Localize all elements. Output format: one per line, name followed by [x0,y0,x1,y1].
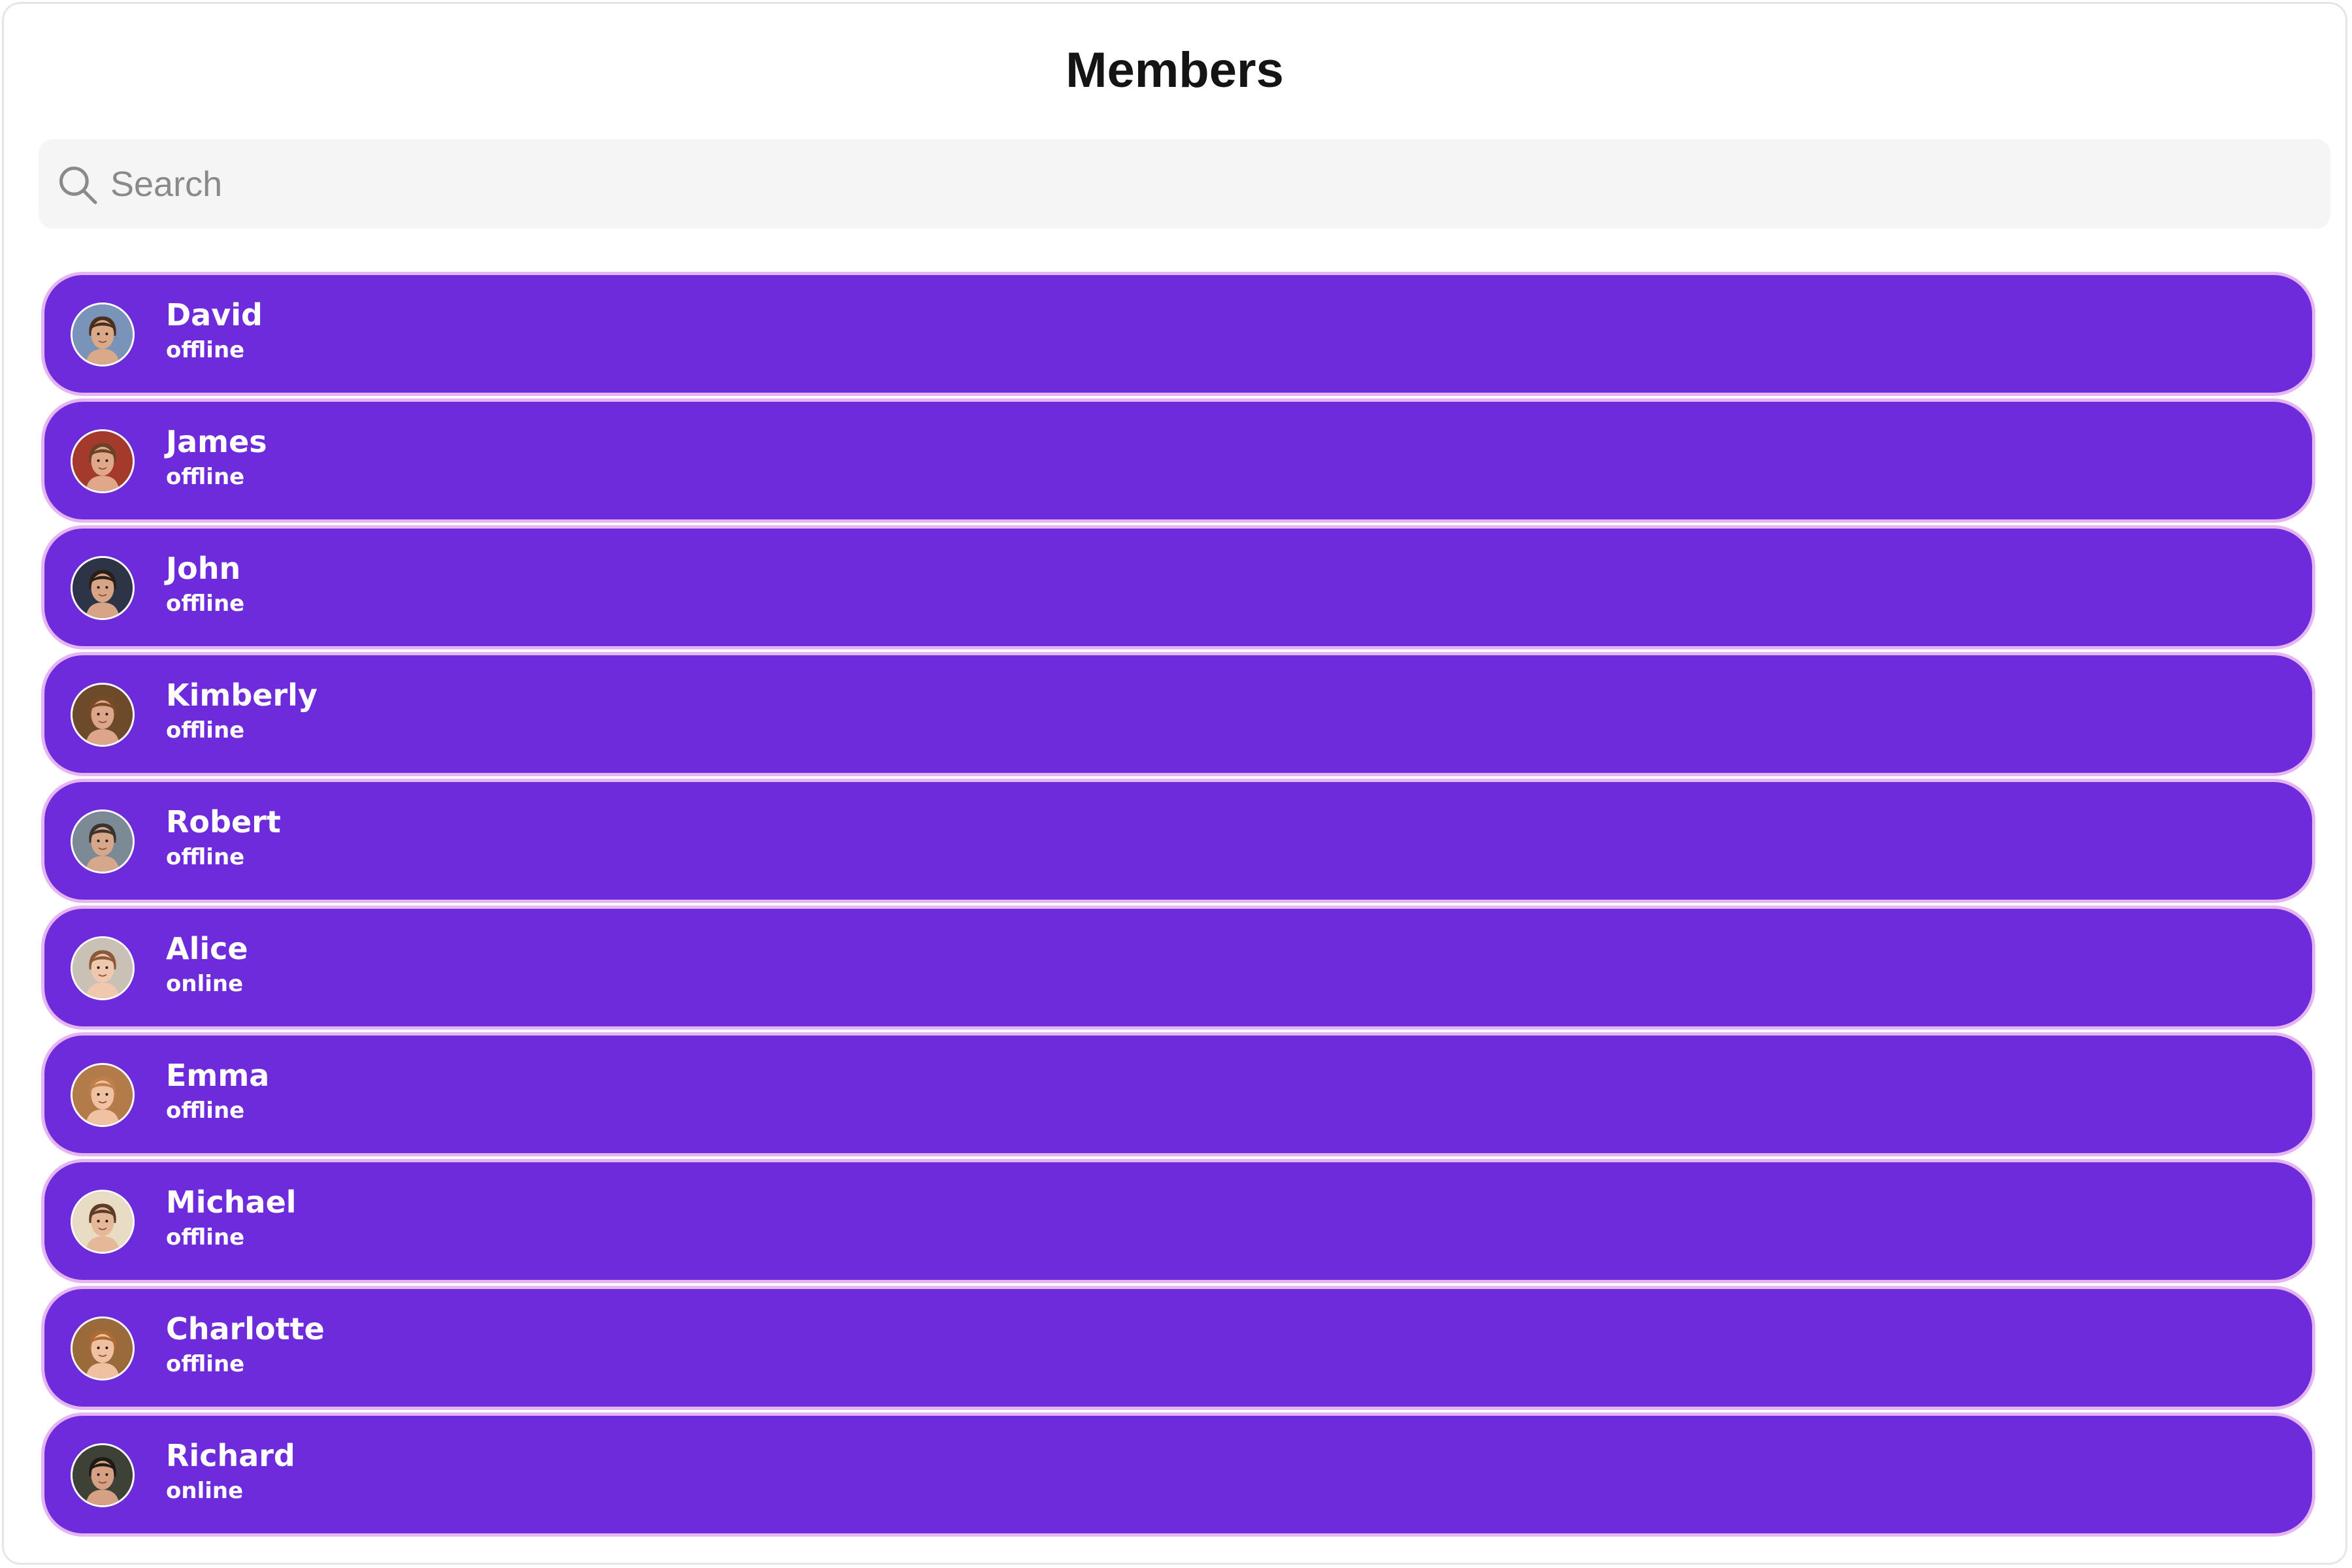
avatar-image [73,1445,133,1505]
member-status: offline [166,1224,245,1250]
avatar [71,1316,135,1380]
member-list-item[interactable]: Charlotte offline [41,1286,2315,1410]
avatar-image [73,1318,133,1379]
member-list-item[interactable]: Michael offline [41,1159,2315,1283]
member-status: online [166,1478,244,1504]
member-list-item[interactable]: John offline [41,525,2315,649]
avatar [71,429,135,493]
avatar [71,936,135,1000]
member-status: offline [166,844,245,870]
avatar [71,809,135,874]
avatar [71,1443,135,1507]
member-name: Charlotte [166,1311,325,1347]
members-panel: Members David offline James offline John offl… [2,2,2347,1565]
avatar [71,1063,135,1127]
avatar-image [73,304,133,365]
member-status: online [166,971,244,997]
avatar-image [73,431,133,491]
member-name: James [166,424,267,459]
member-list: David offline James offline John offline Kimbe… [41,272,2315,1539]
avatar [71,556,135,620]
avatar [71,1190,135,1254]
member-status: offline [166,1098,245,1124]
avatar-image [73,1192,133,1252]
avatar-image [73,938,133,998]
avatar-image [73,811,133,872]
member-status: offline [166,337,245,363]
member-status: offline [166,1351,245,1377]
member-status: offline [166,717,245,743]
search-input[interactable] [110,155,2312,214]
member-list-item[interactable]: Robert offline [41,779,2315,903]
member-list-item[interactable]: Emma offline [41,1032,2315,1156]
member-list-item[interactable]: Richard online [41,1413,2315,1537]
avatar-image [73,558,133,618]
search-bar[interactable] [39,139,2330,229]
member-name: Robert [166,804,281,840]
member-status: offline [166,591,245,617]
avatar-image [73,1065,133,1125]
member-name: Richard [166,1438,295,1473]
member-name: John [166,551,241,586]
avatar [71,683,135,747]
avatar-image [73,685,133,745]
member-name: Michael [166,1184,297,1220]
member-list-item[interactable]: James offline [41,399,2315,523]
page-title: Members [1066,42,1284,98]
member-status: offline [166,464,245,490]
avatar [71,302,135,367]
member-name: David [166,297,263,333]
member-list-item[interactable]: Kimberly offline [41,652,2315,776]
member-name: Alice [166,931,248,966]
member-name: Kimberly [166,678,318,713]
member-list-item[interactable]: Alice online [41,906,2315,1030]
member-name: Emma [166,1058,270,1093]
search-icon [59,166,97,204]
member-list-item[interactable]: David offline [41,272,2315,396]
